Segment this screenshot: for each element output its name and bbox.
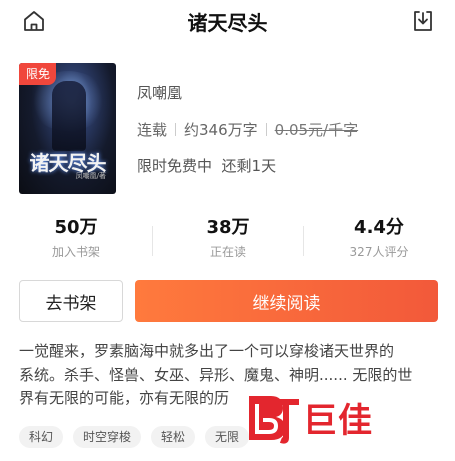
tag-list: 科幻 时空穿梭 轻松 无限 xyxy=(19,426,250,448)
book-cover[interactable]: 限免 诸天尽头 凤嘲凰/著 xyxy=(19,63,116,194)
serial-status: 连载 xyxy=(137,121,168,139)
stat-reading: 38万 正在读 xyxy=(152,213,304,260)
word-count: 约346万字 xyxy=(184,121,258,139)
stat-value: 50万 xyxy=(54,217,98,238)
description-line: 系统。杀手、怪兽、女巫、异形、魔鬼、神明...... 无限的世 xyxy=(19,365,413,384)
tag-item[interactable]: 科幻 xyxy=(19,426,64,448)
stat-label: 加入书架 xyxy=(51,245,100,259)
divider xyxy=(265,123,267,136)
original-price: 0.05元/千字 xyxy=(274,121,359,139)
description-line: 界有无限的可能，亦有无限的历 xyxy=(19,389,230,407)
free-notice: 限时免费中 还剩1天 xyxy=(137,157,277,175)
stat-rating[interactable]: 4.4分 327人评分 xyxy=(303,213,455,260)
top-bar: 诸天尽头 xyxy=(0,0,455,40)
tag-item[interactable]: 时空穿梭 xyxy=(73,426,142,448)
add-to-shelf-button[interactable]: 去书架 xyxy=(19,280,123,322)
download-icon xyxy=(414,11,432,31)
page-title: 诸天尽头 xyxy=(187,11,268,35)
divider xyxy=(175,123,177,136)
watermark: 巨佳 xyxy=(243,388,373,446)
cover-author: 凤嘲凰/著 xyxy=(75,172,106,180)
stats-row: 50万 加入书架 38万 正在读 4.4分 327人评分 xyxy=(0,213,455,263)
stat-shelf: 50万 加入书架 xyxy=(0,213,152,260)
free-badge: 限免 xyxy=(19,63,57,85)
stat-value: 4.4分 xyxy=(354,217,404,238)
download-button[interactable] xyxy=(411,9,435,33)
watermark-text: 巨佳 xyxy=(303,392,373,442)
author-name[interactable]: 凤嘲凰 xyxy=(137,82,182,103)
book-description[interactable]: 一觉醒来，罗素脑海中就多出了一个可以穿梭诸天世界的 系统。杀手、怪兽、女巫、异形… xyxy=(19,340,439,411)
divider xyxy=(303,226,304,256)
divider xyxy=(152,226,153,256)
stat-label: 327人评分 xyxy=(349,245,409,259)
watermark-logo-icon xyxy=(249,396,299,444)
stat-label: 正在读 xyxy=(209,245,246,259)
continue-reading-button[interactable]: 继续阅读 xyxy=(135,280,438,322)
book-meta: 连载 约346万字 0.05元/千字 xyxy=(137,119,358,140)
tag-item[interactable]: 轻松 xyxy=(151,426,196,448)
stat-value: 38万 xyxy=(206,217,250,238)
description-line: 一觉醒来，罗素脑海中就多出了一个可以穿梭诸天世界的 xyxy=(19,342,395,360)
